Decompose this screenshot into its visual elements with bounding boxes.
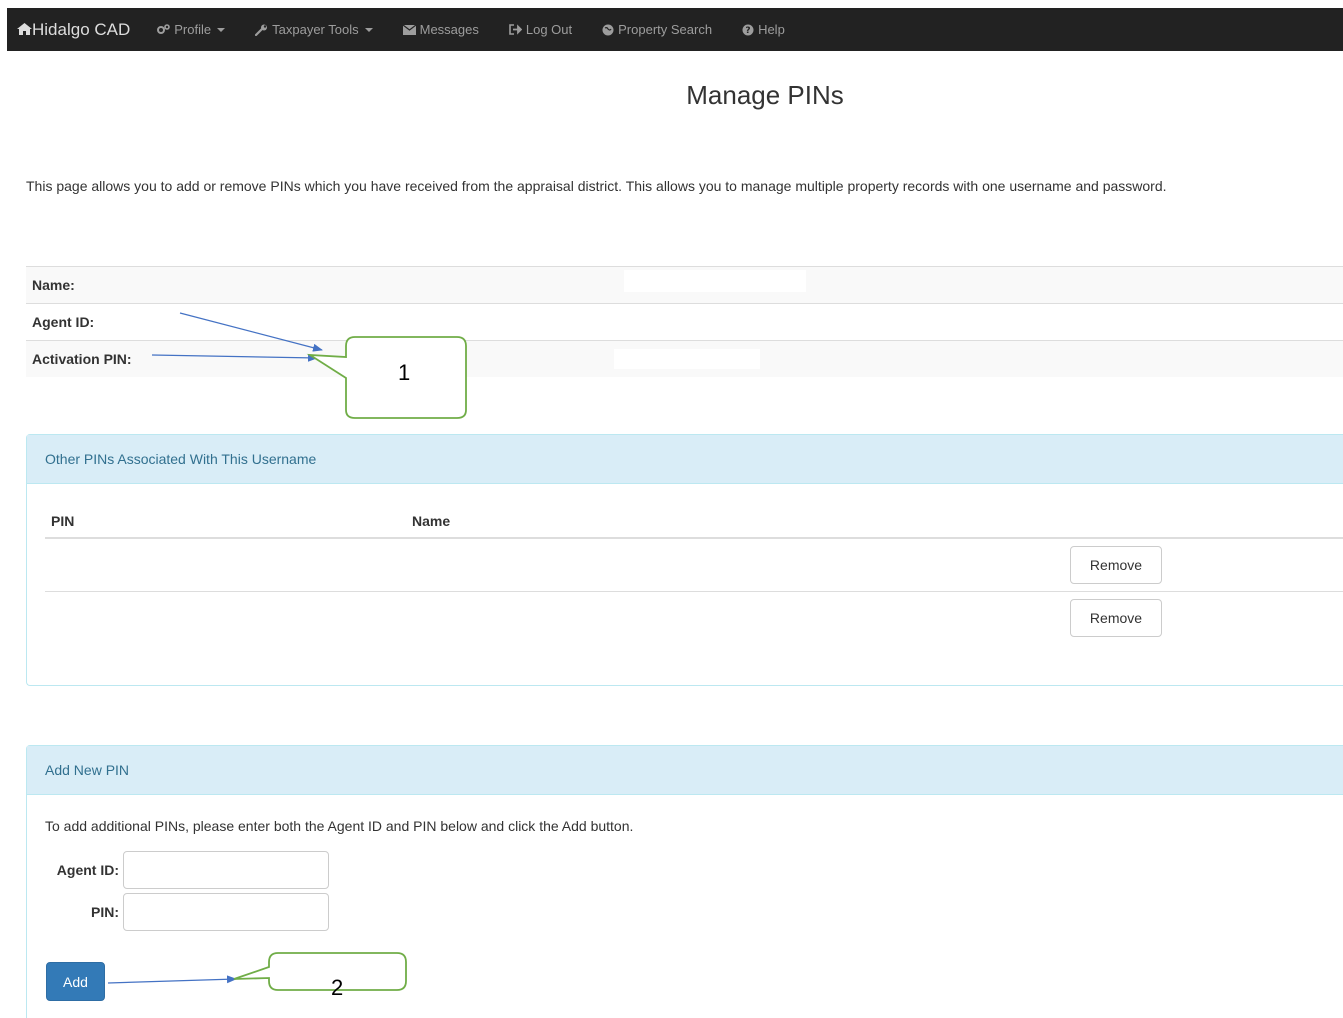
add-pin-description: To add additional PINs, please enter bot… <box>45 818 634 834</box>
pin-field-label: PIN: <box>91 904 119 920</box>
other-pins-heading: Other PINs Associated With This Username <box>27 435 1343 484</box>
column-header-pin: PIN <box>51 513 75 529</box>
pin-form-row: PIN: <box>46 893 329 931</box>
pins-table-header: PIN Name <box>45 505 1343 539</box>
agent-id-field-label: Agent ID: <box>56 862 119 878</box>
intro-text: This page allows you to add or remove PI… <box>26 178 1167 194</box>
table-row: Remove <box>45 592 1343 644</box>
nav-messages-label: Messages <box>419 22 479 37</box>
nav-profile-label: Profile <box>174 22 212 37</box>
gears-icon <box>157 24 171 35</box>
column-header-name: Name <box>412 513 451 529</box>
chevron-down-icon <box>217 27 226 32</box>
nav-taxpayer-tools-label: Taxpayer Tools <box>272 22 359 37</box>
question-circle-icon: ? <box>742 24 754 36</box>
agent-id-input[interactable] <box>123 851 329 889</box>
chevron-down-icon <box>364 27 373 32</box>
globe-icon <box>602 24 614 36</box>
info-row-agent-id: Agent ID: <box>26 304 1343 341</box>
callout-label-2: 2 <box>331 975 344 1000</box>
nav-property-search-label: Property Search <box>618 22 713 37</box>
home-icon <box>17 20 32 40</box>
page-title: Manage PINs <box>686 80 844 110</box>
nav-taxpayer-tools[interactable]: Taxpayer Tools <box>255 22 373 37</box>
wrench-icon <box>255 24 268 36</box>
nav-property-search[interactable]: Property Search <box>602 22 712 37</box>
name-label: Name: <box>32 277 75 293</box>
nav-messages[interactable]: Messages <box>402 22 479 37</box>
pins-table: PIN Name Remove Remove <box>45 505 1343 644</box>
nav-help[interactable]: ? Help <box>742 22 785 37</box>
remove-pin-button[interactable]: Remove <box>1070 546 1162 584</box>
table-row: Remove <box>45 539 1343 592</box>
callout-label-1: 1 <box>398 360 411 385</box>
remove-pin-button[interactable]: Remove <box>1070 599 1162 637</box>
svg-text:?: ? <box>745 26 750 36</box>
redacted-pin-value <box>614 349 760 369</box>
brand-label: Hidalgo CAD <box>32 19 131 39</box>
nav-help-label: Help <box>758 22 785 37</box>
top-navbar: Hidalgo CAD Profile Taxpayer Tools Messa… <box>7 8 1343 51</box>
brand-link[interactable]: Hidalgo CAD <box>17 20 130 40</box>
agent-id-label: Agent ID: <box>32 314 95 330</box>
pin-input[interactable] <box>123 893 329 931</box>
add-button[interactable]: Add <box>46 962 105 1001</box>
nav-log-out-label: Log Out <box>525 22 573 37</box>
add-pin-heading: Add New PIN <box>27 746 1343 795</box>
envelope-icon <box>402 24 416 35</box>
other-pins-panel: Other PINs Associated With This Username… <box>26 434 1343 686</box>
nav-log-out[interactable]: Log Out <box>509 22 572 37</box>
sign-out-icon <box>509 24 522 35</box>
agent-id-form-row: Agent ID: <box>46 851 329 889</box>
activation-pin-label: Activation PIN: <box>32 351 132 367</box>
nav-profile[interactable]: Profile <box>157 22 226 37</box>
redacted-name-value <box>624 270 806 292</box>
